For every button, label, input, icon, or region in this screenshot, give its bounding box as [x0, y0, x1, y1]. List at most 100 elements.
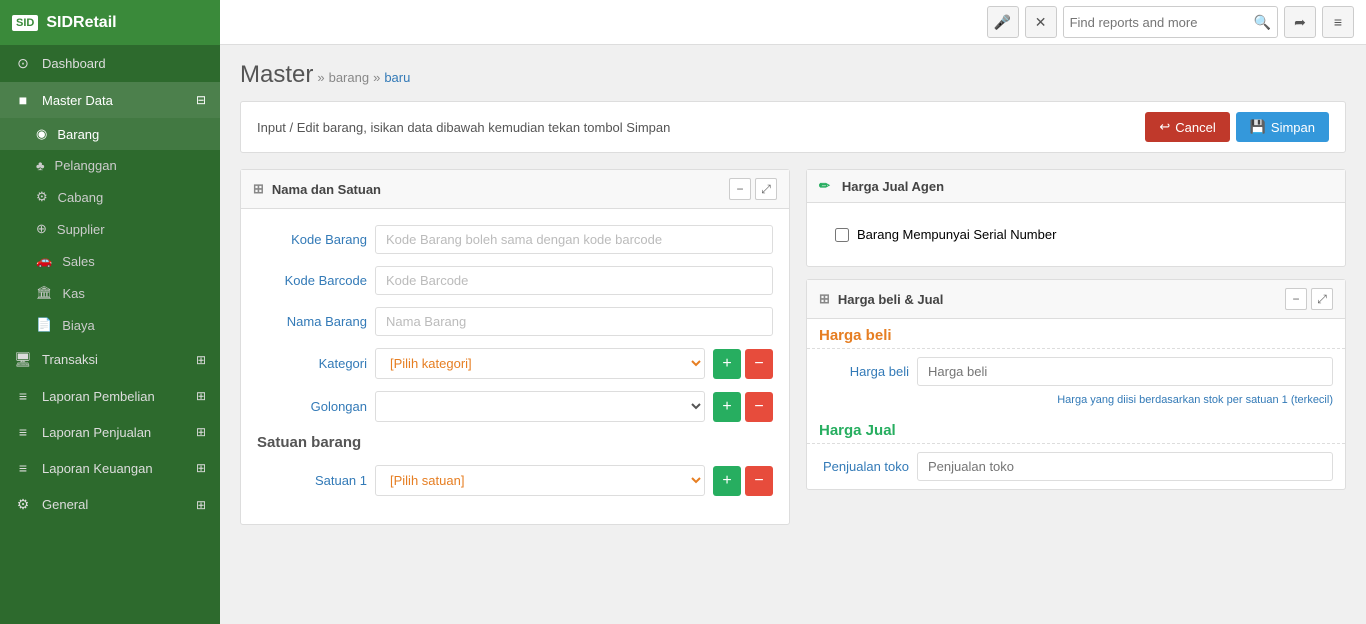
sidebar-item-barang[interactable]: ◉ Barang — [0, 118, 220, 150]
panel-minimize-button[interactable]: − — [729, 178, 751, 200]
sidebar-label-laporan-pembelian: Laporan Pembelian — [42, 389, 155, 404]
breadcrumb-barang[interactable]: barang — [329, 70, 369, 85]
sidebar-label-biaya: Biaya — [62, 318, 95, 333]
nama-satuan-panel-body: Kode Barang Kode Barcode Nama Barang — [241, 209, 789, 524]
satuan1-buttons: + − — [713, 466, 773, 496]
nama-satuan-panel-header: ⊞ Nama dan Satuan − ⤢ — [241, 170, 789, 209]
master-data-expand-icon: ⊟ — [196, 93, 206, 107]
mic-button[interactable]: 🎤 — [987, 6, 1019, 38]
harga-beli-row: Harga beli — [807, 357, 1345, 386]
close-button[interactable]: ✕ — [1025, 6, 1057, 38]
cancel-button[interactable]: ↩ Cancel — [1145, 112, 1229, 142]
kode-barang-input[interactable] — [375, 225, 773, 254]
cancel-label: Cancel — [1175, 120, 1215, 135]
sidebar-item-pelanggan[interactable]: ♣ Pelanggan — [0, 150, 220, 181]
kategori-remove-button[interactable]: − — [745, 349, 773, 379]
sidebar-item-general[interactable]: ⚙ General ⊞ — [0, 486, 220, 523]
laporan-penjualan-icon: ≡ — [14, 424, 32, 440]
sidebar-item-biaya[interactable]: 📄 Biaya — [0, 309, 220, 341]
breadcrumb-sep2: » — [373, 70, 380, 85]
sidebar-item-dashboard[interactable]: ⊙ Dashboard — [0, 45, 220, 82]
satuan-section-title: Satuan barang — [257, 434, 773, 455]
nama-barang-row: Nama Barang — [257, 307, 773, 336]
simpan-icon: 💾 — [1250, 119, 1266, 135]
nama-barang-label: Nama Barang — [257, 314, 367, 329]
menu-button[interactable]: ≡ — [1322, 6, 1354, 38]
cabang-icon: ⚙ — [36, 189, 48, 205]
sidebar-item-sales[interactable]: 🚗 Sales — [0, 245, 220, 277]
kategori-row: Kategori [Pilih kategori] + − — [257, 348, 773, 379]
sidebar-header: SID SIDRetail — [0, 0, 220, 45]
sidebar-label-barang: Barang — [57, 127, 99, 142]
sidebar-label-sales: Sales — [62, 254, 95, 269]
nama-satuan-title: Nama dan Satuan — [272, 182, 381, 197]
kode-barcode-label: Kode Barcode — [257, 273, 367, 288]
action-buttons: ↩ Cancel 💾 Simpan — [1145, 112, 1329, 142]
golongan-remove-button[interactable]: − — [745, 392, 773, 422]
kategori-select[interactable]: [Pilih kategori] — [375, 348, 705, 379]
harga-hint: Harga yang diisi berdasarkan stok per sa… — [807, 394, 1345, 414]
golongan-select[interactable] — [375, 391, 705, 422]
laporan-keuangan-icon: ≡ — [14, 460, 32, 476]
serial-number-row: Barang Mempunyai Serial Number — [823, 219, 1329, 250]
harga-beli-jual-icon: ⊞ — [819, 291, 830, 307]
info-bar: Input / Edit barang, isikan data dibawah… — [240, 101, 1346, 153]
pelanggan-icon: ♣ — [36, 158, 45, 173]
search-icon: 🔍 — [1254, 14, 1271, 31]
panel-header-icon: ⊞ — [253, 181, 264, 197]
panel-controls: − ⤢ — [729, 178, 777, 200]
golongan-add-button[interactable]: + — [713, 392, 741, 422]
sidebar-item-laporan-penjualan[interactable]: ≡ Laporan Penjualan ⊞ — [0, 414, 220, 450]
harga-panel-minimize-button[interactable]: − — [1285, 288, 1307, 310]
sidebar-label-pelanggan: Pelanggan — [55, 158, 117, 173]
nama-barang-input[interactable] — [375, 307, 773, 336]
harga-panel-expand-button[interactable]: ⤢ — [1311, 288, 1333, 310]
simpan-button[interactable]: 💾 Simpan — [1236, 112, 1329, 142]
kode-barcode-input[interactable] — [375, 266, 773, 295]
info-text: Input / Edit barang, isikan data dibawah… — [257, 120, 670, 135]
search-input[interactable] — [1070, 15, 1250, 30]
harga-beli-jual-panel: ⊞ Harga beli & Jual − ⤢ Harga beli Harga… — [806, 279, 1346, 490]
supplier-icon: ⊕ — [36, 221, 47, 237]
kode-barang-row: Kode Barang — [257, 225, 773, 254]
harga-hint-middle: berdasarkan stok per satuan 1 (terkecil) — [1139, 394, 1333, 406]
harga-beli-input[interactable] — [917, 357, 1333, 386]
harga-agen-edit-icon: ✏ — [819, 178, 830, 194]
laporan-penjualan-expand-icon: ⊞ — [196, 425, 206, 439]
sidebar-label-kas: Kas — [63, 286, 85, 301]
penjualan-toko-input[interactable] — [917, 452, 1333, 481]
sidebar-label-dashboard: Dashboard — [42, 56, 106, 71]
sidebar-item-supplier[interactable]: ⊕ Supplier — [0, 213, 220, 245]
main-content: 🎤 ✕ 🔍 ➦ ≡ Master » barang » baru Input /… — [220, 0, 1366, 624]
satuan1-remove-button[interactable]: − — [745, 466, 773, 496]
breadcrumb-sep1: » — [317, 70, 324, 85]
breadcrumb-current: baru — [384, 70, 410, 85]
sidebar-item-transaksi[interactable]: 🖥 Transaksi ⊞ — [0, 341, 220, 378]
harga-beli-jual-body: Harga beli Harga beli Harga yang diisi b… — [807, 319, 1345, 481]
penjualan-toko-row: Penjualan toko — [807, 452, 1345, 481]
sidebar-label-laporan-keuangan: Laporan Keuangan — [42, 461, 153, 476]
sidebar-item-laporan-pembelian[interactable]: ≡ Laporan Pembelian ⊞ — [0, 378, 220, 414]
sidebar-item-kas[interactable]: 🏛 Kas — [0, 277, 220, 309]
sidebar-item-laporan-keuangan[interactable]: ≡ Laporan Keuangan ⊞ — [0, 450, 220, 486]
satuan1-add-button[interactable]: + — [713, 466, 741, 496]
sidebar-item-cabang[interactable]: ⚙ Cabang — [0, 181, 220, 213]
breadcrumb: Master » barang » baru — [240, 61, 1346, 89]
laporan-pembelian-expand-icon: ⊞ — [196, 389, 206, 403]
breadcrumb-main: Master — [240, 61, 313, 89]
serial-number-checkbox[interactable] — [835, 228, 849, 242]
harga-beli-jual-controls: − ⤢ — [1285, 288, 1333, 310]
barang-icon: ◉ — [36, 126, 47, 142]
share-button[interactable]: ➦ — [1284, 6, 1316, 38]
kategori-add-button[interactable]: + — [713, 349, 741, 379]
kode-barcode-row: Kode Barcode — [257, 266, 773, 295]
kode-barang-label: Kode Barang — [257, 232, 367, 247]
app-logo: SID — [12, 15, 38, 31]
satuan1-select[interactable]: [Pilih satuan] — [375, 465, 705, 496]
panel-expand-button[interactable]: ⤢ — [755, 178, 777, 200]
sidebar-label-laporan-penjualan: Laporan Penjualan — [42, 425, 151, 440]
laporan-pembelian-icon: ≡ — [14, 388, 32, 404]
sidebar-item-master-data[interactable]: ■ Master Data ⊟ — [0, 82, 220, 118]
cancel-icon: ↩ — [1159, 119, 1170, 135]
sidebar-label-supplier: Supplier — [57, 222, 105, 237]
